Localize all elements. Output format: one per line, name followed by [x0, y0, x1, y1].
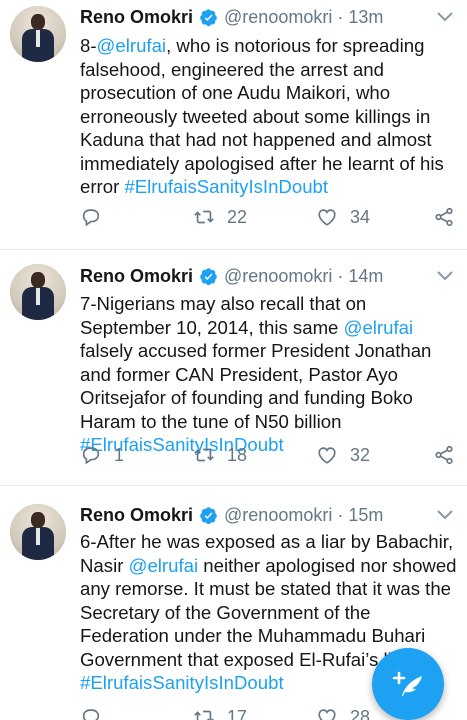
tweet[interactable]: Reno Omokri @renoomokri · 13m 8-@elrufai… — [0, 0, 467, 250]
avatar[interactable] — [10, 6, 66, 62]
author-name[interactable]: Reno Omokri — [80, 266, 193, 287]
like-count: 32 — [350, 444, 371, 465]
avatar[interactable] — [10, 504, 66, 560]
tweet-text: 7-Nigerians may also recall that on Sept… — [80, 292, 460, 457]
retweet-icon — [194, 448, 214, 462]
like-button[interactable]: 28 — [316, 706, 370, 720]
reply-icon — [82, 709, 100, 720]
heart-icon — [318, 709, 336, 720]
reply-icon — [82, 209, 100, 227]
tweet-text-segment: 7-Nigerians may also recall that on Sept… — [80, 293, 367, 338]
retweet-button[interactable]: 17 — [193, 706, 247, 720]
author-handle[interactable]: @renoomokri — [224, 7, 332, 28]
retweet-count: 22 — [227, 206, 248, 227]
tweet-actions: 1 18 32 — [80, 444, 455, 468]
author-name[interactable]: Reno Omokri — [80, 7, 193, 28]
retweet-icon — [194, 210, 214, 224]
tweet-actions: 22 34 — [80, 206, 455, 230]
tweet-text-segment: falsely accused former President Jonatha… — [80, 340, 432, 432]
tweet-text: 8-@elrufai, who is notorious for spreadi… — [80, 34, 460, 199]
reply-button[interactable] — [80, 706, 114, 720]
hashtag-link[interactable]: #ElrufaisSanityIsInDoubt — [80, 672, 284, 693]
chevron-down-icon[interactable] — [435, 10, 455, 24]
heart-icon — [318, 447, 336, 464]
separator-dot: · — [337, 504, 344, 525]
retweet-count: 18 — [227, 444, 248, 465]
tweet-header: Reno Omokri @renoomokri · 14m — [80, 265, 383, 287]
tweet-text-segment: , who is notorious for spreading falseho… — [80, 35, 444, 197]
chevron-down-icon[interactable] — [435, 508, 455, 522]
share-button[interactable] — [433, 444, 455, 466]
share-icon — [435, 445, 453, 465]
hashtag-link[interactable]: #ElrufaisSanityIsInDoubt — [124, 176, 328, 197]
heart-icon — [318, 209, 336, 226]
reply-count: 1 — [114, 444, 125, 465]
share-icon — [435, 207, 453, 227]
verified-badge-icon — [200, 267, 217, 285]
share-button[interactable] — [433, 206, 455, 228]
like-button[interactable]: 32 — [316, 444, 370, 466]
separator-dot: · — [337, 6, 344, 27]
reply-button[interactable]: 1 — [80, 444, 124, 466]
reply-button[interactable] — [80, 206, 114, 228]
avatar[interactable] — [10, 264, 66, 320]
tweet-time[interactable]: 13m — [348, 7, 383, 28]
like-count: 28 — [350, 706, 371, 720]
retweet-count: 17 — [227, 706, 248, 720]
reply-icon — [82, 447, 100, 465]
tweet-header: Reno Omokri @renoomokri · 15m — [80, 504, 383, 526]
tweet-time[interactable]: 14m — [348, 266, 383, 287]
tweet-header: Reno Omokri @renoomokri · 13m — [80, 6, 383, 28]
compose-tweet-button[interactable] — [372, 648, 444, 720]
separator-dot: · — [337, 265, 344, 286]
compose-tweet-icon — [392, 671, 422, 696]
tweet-text-segment: 8- — [80, 35, 97, 56]
mention-link[interactable]: @elrufai — [344, 317, 414, 338]
tweet-time[interactable]: 15m — [348, 505, 383, 526]
chevron-down-icon[interactable] — [435, 269, 455, 283]
tweet[interactable]: Reno Omokri @renoomokri · 14m 7-Nigerian… — [0, 250, 467, 486]
mention-link[interactable]: @elrufai — [97, 35, 167, 56]
retweet-icon — [194, 710, 214, 720]
author-name[interactable]: Reno Omokri — [80, 505, 193, 526]
like-count: 34 — [350, 206, 371, 227]
verified-badge-icon — [200, 8, 217, 26]
verified-badge-icon — [200, 506, 217, 524]
mention-link[interactable]: @elrufai — [129, 555, 199, 576]
retweet-button[interactable]: 18 — [193, 444, 247, 466]
author-handle[interactable]: @renoomokri — [224, 266, 332, 287]
author-handle[interactable]: @renoomokri — [224, 505, 332, 526]
retweet-button[interactable]: 22 — [193, 206, 247, 228]
like-button[interactable]: 34 — [316, 206, 370, 228]
